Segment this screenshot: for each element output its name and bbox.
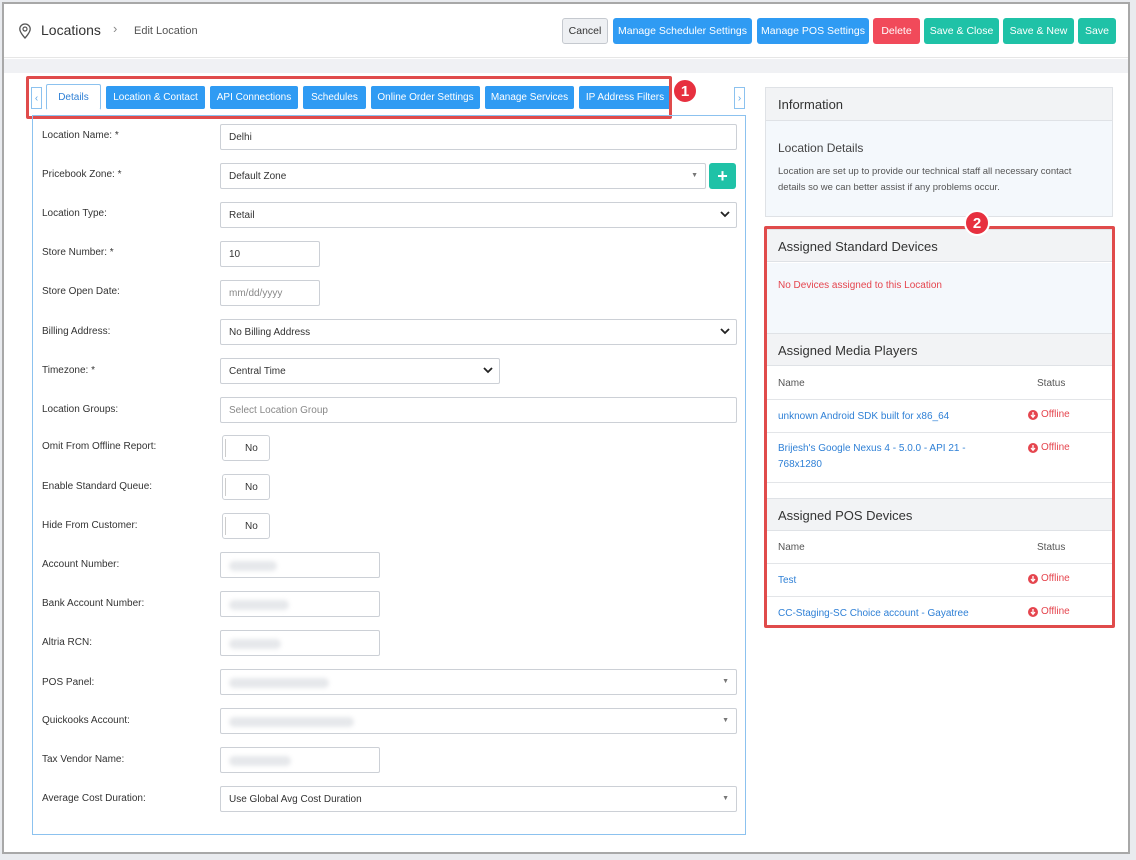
timezone-value: Central Time [229, 365, 286, 377]
average-cost-duration-select[interactable]: Use Global Avg Cost Duration ▼ [220, 786, 737, 812]
save-close-button[interactable]: Save & Close [924, 18, 999, 44]
information-panel: Information Location Details Location ar… [765, 87, 1113, 217]
redacted-value [229, 561, 277, 571]
bank-account-number-input[interactable] [220, 591, 380, 617]
toggle-knob [225, 517, 228, 535]
location-name-label: Location Name: * [42, 130, 119, 141]
hide-from-customer-toggle[interactable]: No [222, 513, 270, 539]
location-type-select[interactable]: Retail [220, 202, 737, 228]
information-description: Location are set up to provide our techn… [778, 166, 1072, 193]
dropdown-caret-icon: ▼ [722, 795, 729, 802]
annotation-badge-2: 2 [964, 210, 990, 236]
account-number-label: Account Number: [42, 559, 120, 570]
chevron-down-icon [720, 328, 730, 335]
bank-account-number-label: Bank Account Number: [42, 598, 145, 609]
hide-from-customer-value: No [245, 521, 258, 532]
store-open-date-label: Store Open Date: [42, 286, 120, 297]
breadcrumb-locations[interactable]: Locations [41, 22, 101, 38]
location-name-input[interactable]: Delhi [220, 124, 737, 150]
information-subtitle: Location Details [778, 141, 864, 155]
billing-address-label: Billing Address: [42, 326, 111, 337]
chevron-down-icon [720, 211, 730, 218]
average-cost-duration-label: Average Cost Duration: [42, 793, 146, 804]
location-pin-icon [19, 23, 31, 39]
redacted-value [229, 756, 291, 766]
timezone-select[interactable]: Central Time [220, 358, 500, 384]
page-header: Locations › Edit Location Cancel Manage … [4, 4, 1128, 58]
average-cost-duration-value: Use Global Avg Cost Duration [229, 793, 362, 805]
annotation-box-tabs [26, 76, 672, 119]
toggle-knob [225, 439, 228, 457]
breadcrumb-current: Edit Location [134, 25, 198, 37]
omit-offline-report-toggle[interactable]: No [222, 435, 270, 461]
tabs-next-arrow[interactable]: › [734, 87, 745, 109]
toggle-knob [225, 478, 228, 496]
chevron-down-icon [483, 367, 493, 374]
tax-vendor-name-input[interactable] [220, 747, 380, 773]
dropdown-caret-icon: ▼ [722, 678, 729, 685]
quickbooks-account-select[interactable]: ▼ [220, 708, 737, 734]
hide-from-customer-label: Hide From Customer: [42, 520, 138, 531]
location-type-value: Retail [229, 209, 255, 221]
location-type-label: Location Type: [42, 208, 107, 219]
add-pricebook-zone-button[interactable]: + [709, 163, 736, 189]
redacted-value [229, 678, 329, 688]
pos-panel-label: POS Panel: [42, 677, 95, 688]
enable-standard-queue-label: Enable Standard Queue: [42, 481, 153, 492]
delete-button[interactable]: Delete [873, 18, 920, 44]
altria-rcn-label: Altria RCN: [42, 637, 93, 648]
altria-rcn-input[interactable] [220, 630, 380, 656]
redacted-value [229, 717, 354, 727]
store-number-input[interactable]: 10 [220, 241, 320, 267]
location-groups-input[interactable]: Select Location Group [220, 397, 737, 423]
main-content: ‹ Details Location & Contact API Connect… [18, 74, 1120, 852]
details-form: Location Name: * Delhi Pricebook Zone: *… [32, 115, 746, 835]
save-button[interactable]: Save [1078, 18, 1116, 44]
redacted-value [229, 600, 289, 610]
pricebook-zone-label: Pricebook Zone: * [42, 169, 122, 180]
location-groups-label: Location Groups: [42, 404, 119, 415]
store-open-date-input[interactable]: mm/dd/yyyy [220, 280, 320, 306]
breadcrumb-separator: › [113, 21, 118, 36]
omit-offline-report-value: No [245, 443, 258, 454]
pricebook-zone-value: Default Zone [229, 170, 287, 182]
store-number-label: Store Number: * [42, 247, 114, 258]
pos-panel-select[interactable]: ▼ [220, 669, 737, 695]
header-spacer [4, 59, 1128, 73]
pricebook-zone-select[interactable]: Default Zone ▼ [220, 163, 706, 189]
manage-scheduler-settings-button[interactable]: Manage Scheduler Settings [613, 18, 752, 44]
annotation-badge-1: 1 [672, 78, 698, 104]
timezone-label: Timezone: * [42, 365, 95, 376]
tax-vendor-name-label: Tax Vendor Name: [42, 754, 125, 765]
enable-standard-queue-value: No [245, 482, 258, 493]
app-window: Locations › Edit Location Cancel Manage … [2, 2, 1130, 854]
billing-address-value: No Billing Address [229, 326, 311, 338]
information-title: Information [766, 88, 1112, 121]
cancel-button[interactable]: Cancel [562, 18, 608, 44]
quickbooks-account-label: Quickooks Account: [42, 715, 130, 726]
redacted-value [229, 639, 281, 649]
manage-pos-settings-button[interactable]: Manage POS Settings [757, 18, 869, 44]
billing-address-select[interactable]: No Billing Address [220, 319, 737, 345]
enable-standard-queue-toggle[interactable]: No [222, 474, 270, 500]
annotation-box-devices [764, 226, 1115, 628]
account-number-input[interactable] [220, 552, 380, 578]
save-new-button[interactable]: Save & New [1003, 18, 1074, 44]
dropdown-caret-icon: ▼ [722, 717, 729, 724]
omit-offline-report-label: Omit From Offline Report: [42, 441, 157, 452]
dropdown-caret-icon: ▼ [691, 172, 698, 179]
